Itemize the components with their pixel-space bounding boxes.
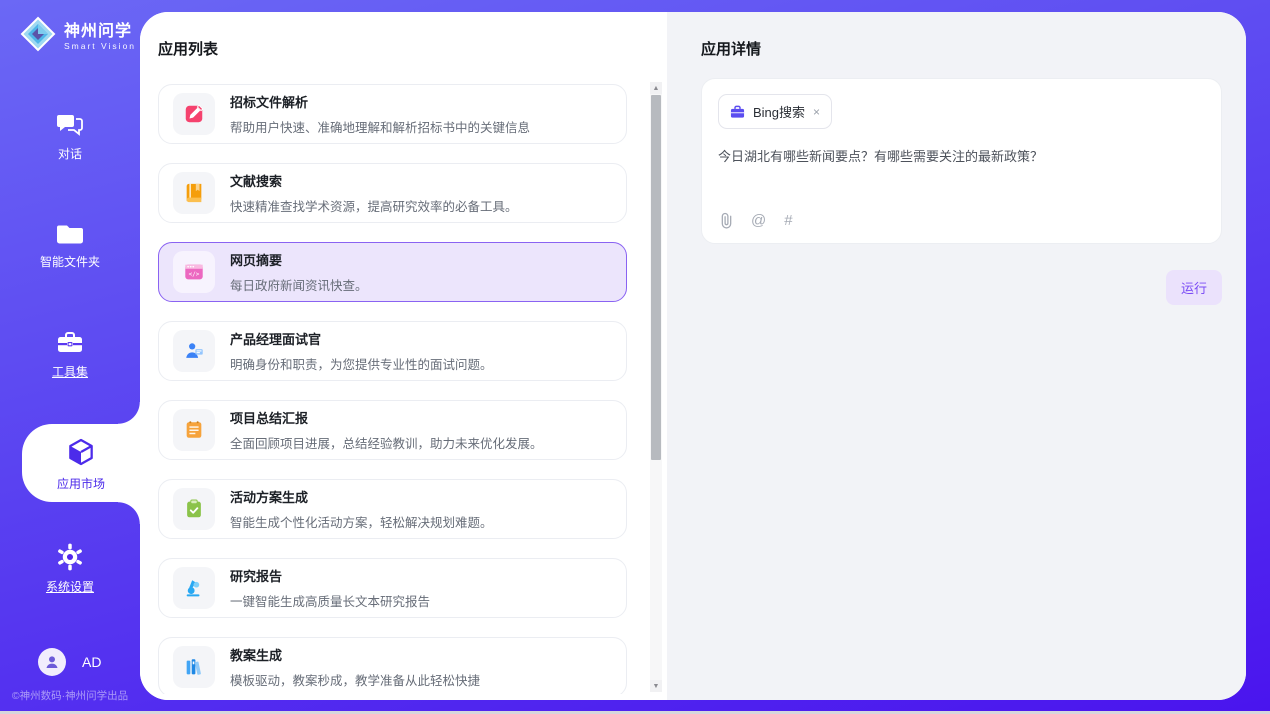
brand-tagline: Smart Vision [64, 41, 136, 51]
sidebar-item-label: 对话 [58, 145, 82, 162]
app-desc: 帮助用户快速、准确地理解和解析招标书中的关键信息 [230, 117, 530, 136]
app-name: 研究报告 [230, 566, 430, 585]
app-name: 网页摘要 [230, 250, 368, 269]
tool-tag-label: Bing搜索 [753, 102, 805, 121]
sidebar-item-app-market[interactable]: 应用市场 [22, 424, 140, 502]
run-row: 运行 [667, 270, 1222, 305]
app-card-web-summary[interactable]: </> 网页摘要 每日政府新闻资讯快查。 [158, 242, 627, 302]
clipboard-check-icon [173, 488, 215, 530]
app-desc: 快速精准查找学术资源，提高研究效率的必备工具。 [230, 196, 518, 215]
interviewer-icon [173, 330, 215, 372]
app-detail-title: 应用详情 [701, 38, 1246, 59]
cube-icon [65, 436, 97, 468]
at-mention-icon[interactable]: @ [751, 212, 766, 229]
app-desc: 一键智能生成高质量长文本研究报告 [230, 591, 430, 610]
sidebar-item-label: 应用市场 [57, 475, 105, 492]
scrollbar-down-arrow[interactable]: ▼ [650, 680, 662, 692]
sidebar: 神州问学 Smart Vision 对话 智能文件夹 工具集 [0, 0, 140, 714]
app-name: 招标文件解析 [230, 92, 530, 111]
brand-text: 神州问学 Smart Vision [64, 17, 136, 51]
chat-icon [56, 112, 84, 138]
app-name: 项目总结汇报 [230, 408, 543, 427]
sidebar-item-label: 智能文件夹 [40, 253, 100, 270]
app-desc: 每日政府新闻资讯快查。 [230, 275, 368, 294]
research-icon [173, 567, 215, 609]
gem-logo-icon [20, 16, 56, 52]
sidebar-item-settings[interactable]: 系统设置 [0, 543, 140, 595]
list-scrollbar[interactable]: ▲ ▼ [650, 82, 662, 692]
app-card-research-report[interactable]: 研究报告 一键智能生成高质量长文本研究报告 [158, 558, 627, 618]
paperclip-icon[interactable] [720, 212, 733, 229]
app-list-scroll-area: 招标文件解析 帮助用户快速、准确地理解和解析招标书中的关键信息 [140, 78, 667, 694]
user-account[interactable]: AD [38, 648, 101, 676]
copyright-footer: ©神州数码·神州问学出品 [0, 688, 140, 703]
svg-text:</>: </> [189, 271, 200, 278]
book-icon [173, 172, 215, 214]
books-icon [173, 646, 215, 688]
app-list-section: 应用列表 招标文件解析 帮助用户快速、准确地理解和解析招标书中的关键信息 [140, 12, 667, 700]
app-detail-section: 应用详情 Bing搜索 × 今日湖北有哪些新闻要点？有哪些需要关注的最新政策？ … [667, 12, 1246, 700]
web-code-icon: </> [173, 251, 215, 293]
user-icon [44, 654, 60, 670]
app-desc: 全面回顾项目进展，总结经验教训，助力未来优化发展。 [230, 433, 543, 452]
scrollbar-thumb[interactable] [651, 95, 661, 460]
attachment-toolbar: @ # [720, 212, 793, 229]
sidebar-item-toolset[interactable]: 工具集 [0, 330, 140, 380]
app-card-literature-search[interactable]: 文献搜索 快速精准查找学术资源，提高研究效率的必备工具。 [158, 163, 627, 223]
toolbox-icon [56, 330, 84, 356]
app-name: 文献搜索 [230, 171, 518, 190]
sidebar-item-chat[interactable]: 对话 [0, 112, 140, 162]
app-desc: 模板驱动，教案秒成，教学准备从此轻松快捷 [230, 670, 480, 689]
query-card: Bing搜索 × 今日湖北有哪些新闻要点？有哪些需要关注的最新政策？ @ # [701, 78, 1222, 244]
app-list-title: 应用列表 [158, 38, 667, 59]
app-cards: 招标文件解析 帮助用户快速、准确地理解和解析招标书中的关键信息 [140, 78, 667, 694]
sidebar-item-label: 工具集 [52, 363, 88, 380]
app-card-lesson-plan[interactable]: 教案生成 模板驱动，教案秒成，教学准备从此轻松快捷 [158, 637, 627, 694]
brand-logo: 神州问学 Smart Vision [20, 16, 136, 52]
scrollbar-up-arrow[interactable]: ▲ [650, 82, 662, 94]
summary-note-icon [173, 409, 215, 451]
folder-icon [56, 222, 84, 246]
app-name: 教案生成 [230, 645, 480, 664]
tag-close-icon[interactable]: × [813, 106, 820, 118]
user-initials: AD [82, 654, 101, 670]
app-card-event-plan[interactable]: 活动方案生成 智能生成个性化活动方案，轻松解决规划难题。 [158, 479, 627, 539]
sidebar-item-smart-folder[interactable]: 智能文件夹 [0, 222, 140, 270]
app-card-bid-parse[interactable]: 招标文件解析 帮助用户快速、准确地理解和解析招标书中的关键信息 [158, 84, 627, 144]
sidebar-item-label: 系统设置 [46, 578, 94, 595]
app-desc: 明确身份和职责，为您提供专业性的面试问题。 [230, 354, 493, 373]
app-card-pm-interviewer[interactable]: 产品经理面试官 明确身份和职责，为您提供专业性的面试问题。 [158, 321, 627, 381]
edit-document-icon [173, 93, 215, 135]
content-panel: 应用列表 招标文件解析 帮助用户快速、准确地理解和解析招标书中的关键信息 [140, 12, 1246, 700]
hash-tag-icon[interactable]: # [784, 212, 792, 229]
app-card-project-summary[interactable]: 项目总结汇报 全面回顾项目进展，总结经验教训，助力未来优化发展。 [158, 400, 627, 460]
brand-name: 神州问学 [64, 17, 136, 41]
run-button[interactable]: 运行 [1166, 270, 1222, 305]
app-name: 产品经理面试官 [230, 329, 493, 348]
query-input[interactable]: 今日湖北有哪些新闻要点？有哪些需要关注的最新政策？ [718, 146, 1205, 165]
gear-icon [56, 543, 84, 571]
avatar [38, 648, 66, 676]
app-desc: 智能生成个性化活动方案，轻松解决规划难题。 [230, 512, 493, 531]
briefcase-icon [730, 105, 745, 119]
tool-tag-bing-search[interactable]: Bing搜索 × [718, 94, 832, 129]
app-name: 活动方案生成 [230, 487, 493, 506]
